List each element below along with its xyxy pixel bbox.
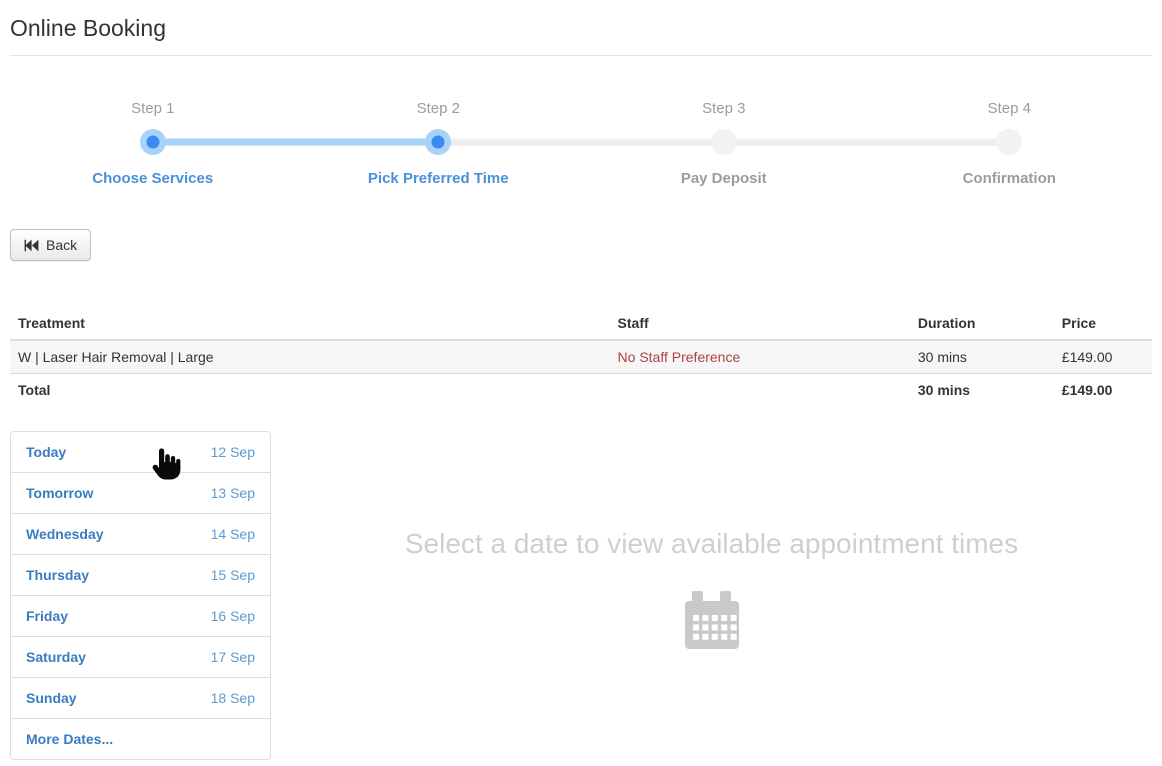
date-row-friday[interactable]: Friday 16 Sep	[11, 596, 270, 637]
staff-preference: No Staff Preference	[610, 340, 910, 374]
booking-progress-steps: Step 1 Choose Services Step 2 Pick Prefe…	[10, 100, 1152, 187]
date-value-label: 17 Sep	[211, 649, 255, 665]
step-number: Step 3	[581, 100, 867, 117]
step-3-dot	[711, 129, 737, 155]
date-row-wednesday[interactable]: Wednesday 14 Sep	[11, 514, 270, 555]
step-connector-todo	[724, 139, 1010, 146]
step-connector-done	[153, 139, 439, 146]
page-header: Online Booking	[10, 0, 1152, 56]
appointment-times-empty-state: Select a date to view available appointm…	[271, 431, 1152, 655]
date-row-thursday[interactable]: Thursday 15 Sep	[11, 555, 270, 596]
date-row-today[interactable]: Today 12 Sep	[11, 432, 270, 473]
date-row-tomorrow[interactable]: Tomorrow 13 Sep	[11, 473, 270, 514]
step-number: Step 4	[867, 100, 1153, 117]
step-3-label: Pay Deposit	[581, 170, 867, 187]
step-number: Step 2	[296, 100, 582, 117]
back-button-label: Back	[46, 237, 77, 253]
treatment-row: W | Laser Hair Removal | Large No Staff …	[10, 340, 1152, 374]
step-4-confirmation: Step 4 Confirmation	[867, 100, 1153, 187]
online-booking-page: Online Booking Step 1 Choose Services St…	[0, 0, 1162, 760]
more-dates-label: More Dates...	[26, 731, 113, 747]
step-4-label: Confirmation	[867, 170, 1153, 187]
treatment-name: W | Laser Hair Removal | Large	[10, 340, 610, 374]
col-header-price: Price	[1054, 307, 1152, 340]
step-1-dot	[140, 129, 166, 155]
booking-summary-table: Treatment Staff Duration Price W | Laser…	[10, 307, 1152, 406]
date-day-label: Wednesday	[26, 526, 104, 542]
date-day-label: Tomorrow	[26, 485, 93, 501]
more-dates-link[interactable]: More Dates...	[11, 719, 270, 759]
date-day-label: Thursday	[26, 567, 89, 583]
date-day-label: Today	[26, 444, 66, 460]
date-row-saturday[interactable]: Saturday 17 Sep	[11, 637, 270, 678]
step-number: Step 1	[10, 100, 296, 117]
total-staff-empty	[610, 374, 910, 407]
col-header-duration: Duration	[910, 307, 1054, 340]
date-value-label: 18 Sep	[211, 690, 255, 706]
date-value-label: 13 Sep	[211, 485, 255, 501]
step-1-label[interactable]: Choose Services	[10, 170, 296, 187]
date-value-label: 16 Sep	[211, 608, 255, 624]
page-title: Online Booking	[10, 15, 1152, 42]
total-row: Total 30 mins £149.00	[10, 374, 1152, 407]
total-duration: 30 mins	[910, 374, 1054, 407]
empty-state-message: Select a date to view available appointm…	[271, 529, 1152, 559]
date-day-label: Saturday	[26, 649, 86, 665]
date-day-label: Friday	[26, 608, 68, 624]
step-connector-todo	[438, 139, 724, 146]
total-label: Total	[10, 374, 610, 407]
treatment-price: £149.00	[1054, 340, 1152, 374]
col-header-staff: Staff	[610, 307, 910, 340]
treatment-duration: 30 mins	[910, 340, 1054, 374]
back-icon	[24, 239, 39, 252]
col-header-treatment: Treatment	[10, 307, 610, 340]
time-selection-area: Today 12 Sep Tomorrow 13 Sep Wednesday 1…	[10, 431, 1152, 760]
back-button[interactable]: Back	[10, 229, 91, 261]
date-value-label: 15 Sep	[211, 567, 255, 583]
step-dot-row	[867, 129, 1153, 155]
total-price: £149.00	[1054, 374, 1152, 407]
step-4-dot	[996, 129, 1022, 155]
calendar-icon	[271, 591, 1152, 655]
step-2-label[interactable]: Pick Preferred Time	[296, 170, 582, 187]
date-value-label: 12 Sep	[211, 444, 255, 460]
step-2-dot	[425, 129, 451, 155]
date-day-label: Sunday	[26, 690, 77, 706]
summary-header-row: Treatment Staff Duration Price	[10, 307, 1152, 340]
date-list: Today 12 Sep Tomorrow 13 Sep Wednesday 1…	[10, 431, 271, 760]
date-row-sunday[interactable]: Sunday 18 Sep	[11, 678, 270, 719]
date-value-label: 14 Sep	[211, 526, 255, 542]
